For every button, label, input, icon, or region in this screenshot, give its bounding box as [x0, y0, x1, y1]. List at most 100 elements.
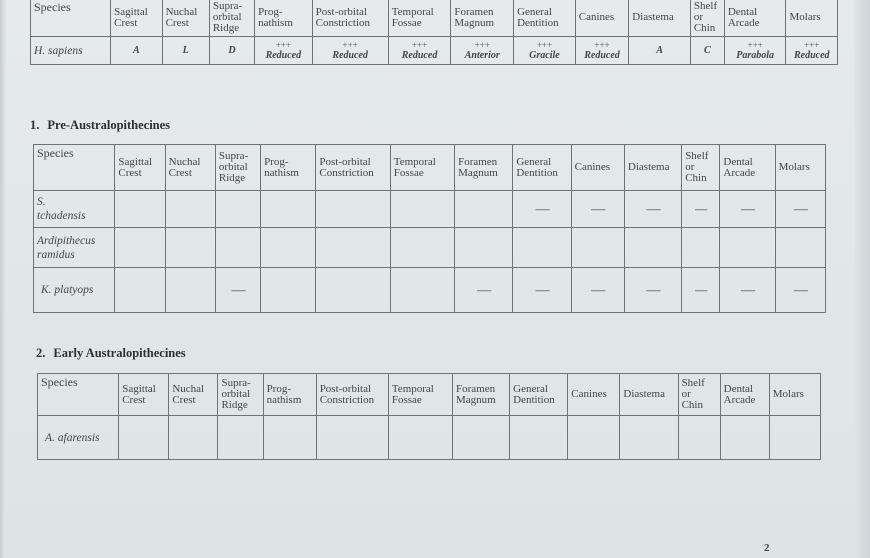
trait-cell-temporal: +++ Reduced — [387, 36, 452, 65]
answer-cell-shelf[interactable] — [681, 227, 721, 268]
answer-cell-foramen[interactable] — [454, 190, 514, 228]
answer-cell-temporal[interactable] — [389, 190, 456, 228]
answer-cell-foramen[interactable]: ------- — [454, 267, 514, 313]
header-text: Chin — [693, 22, 716, 34]
answer-cell-supraorbital[interactable] — [214, 190, 262, 228]
answer-cell-temporal[interactable] — [389, 227, 456, 268]
answer-cell-canines[interactable]: ------- — [570, 267, 625, 313]
page-left-edge — [0, 0, 6, 558]
answer-cell-sagittal[interactable] — [118, 415, 170, 460]
trait-value: L — [182, 45, 189, 56]
answer-cell-canines[interactable]: ------- — [570, 190, 625, 228]
header-text: Crest — [114, 16, 138, 29]
header-text: Magnum — [454, 16, 495, 29]
header-text: nathism — [266, 393, 302, 406]
answer-cell-dentition[interactable] — [509, 415, 569, 460]
species-cell: Ardipithecus ramidus — [32, 227, 116, 268]
column-header-temporal: Temporal Fossae — [387, 0, 452, 37]
answer-cell-canines[interactable] — [570, 227, 625, 268]
column-header-dentition: General Dentition — [513, 0, 576, 37]
answer-cell-shelf[interactable]: ------ — [681, 190, 721, 228]
not-applicable-dash: ------- — [740, 203, 756, 214]
answer-cell-dentition[interactable]: ------- — [512, 267, 572, 313]
answer-cell-nuchal[interactable] — [164, 227, 216, 268]
answer-cell-postorbital[interactable] — [315, 190, 391, 228]
column-header-prognathism: Prog-nathism — [260, 144, 317, 191]
header-text: Species — [41, 375, 78, 389]
header-text: Arcade — [723, 166, 756, 179]
answer-cell-supraorbital[interactable] — [214, 227, 262, 268]
column-header-postorbital: Post-orbital Constriction — [311, 0, 389, 37]
trait-value: D — [228, 45, 236, 56]
answer-cell-diastema[interactable] — [623, 227, 683, 268]
trait-value: Reduced — [401, 49, 438, 61]
species-name: K. platyops — [41, 284, 94, 296]
header-text: Dentition — [516, 166, 558, 179]
answer-cell-arcade[interactable] — [719, 415, 770, 460]
species-cell: S. tchadensis — [32, 190, 116, 228]
trait-value: Gracile — [529, 49, 560, 61]
trait-value: Reduced — [332, 49, 368, 61]
column-header-nuchal: Nuchal Crest — [168, 373, 219, 416]
plus-marker: +++ — [747, 39, 763, 50]
column-header-supraorbital: Supra-orbital Ridge — [217, 373, 264, 416]
answer-cell-sagittal[interactable] — [114, 267, 166, 313]
column-header-prognathism: Prog-nathism — [254, 0, 313, 37]
answer-cell-supraorbital[interactable] — [217, 415, 264, 460]
answer-cell-prognathism[interactable] — [260, 190, 317, 228]
trait-cell-prognathism: +++ Reduced — [254, 36, 313, 65]
answer-cell-arcade[interactable] — [719, 227, 776, 268]
answer-cell-canines[interactable] — [567, 415, 621, 460]
answer-cell-temporal[interactable] — [387, 415, 454, 460]
answer-cell-foramen[interactable] — [452, 415, 511, 460]
not-applicable-dash: ------- — [646, 284, 661, 295]
answer-cell-supraorbital[interactable]: ------- — [214, 267, 262, 313]
header-text: Ridge — [221, 399, 248, 411]
answer-cell-molars[interactable] — [774, 227, 827, 268]
answer-cell-nuchal[interactable] — [164, 190, 216, 228]
trait-cell-postorbital: +++ Reduced — [311, 36, 389, 65]
answer-cell-molars[interactable]: ------- — [774, 267, 827, 313]
answer-cell-dentition[interactable] — [512, 227, 572, 268]
section-number: 1. — [30, 118, 40, 132]
answer-cell-molars[interactable]: ------- — [774, 190, 827, 228]
answer-cell-diastema[interactable] — [619, 415, 679, 460]
answer-cell-dentition[interactable]: ------- — [512, 190, 572, 228]
answer-cell-prognathism[interactable] — [260, 267, 317, 313]
answer-cell-prognathism[interactable] — [262, 415, 317, 460]
not-applicable-dash: ------- — [646, 203, 661, 214]
answer-cell-prognathism[interactable] — [260, 227, 317, 268]
header-text: Constriction — [315, 16, 371, 29]
header-text: Chin — [681, 399, 703, 411]
column-header-diastema: Diastema — [619, 373, 679, 416]
answer-cell-molars[interactable] — [768, 415, 822, 460]
answer-cell-sagittal[interactable] — [114, 227, 166, 268]
answer-cell-shelf[interactable]: ------ — [681, 267, 721, 313]
answer-cell-arcade[interactable]: ------- — [719, 267, 776, 313]
column-header-species: Species — [29, 0, 112, 37]
answer-cell-shelf[interactable] — [677, 415, 721, 460]
header-text: Magnum — [458, 166, 498, 179]
answer-cell-sagittal[interactable] — [114, 190, 166, 228]
trait-value: A — [133, 45, 140, 56]
answer-cell-diastema[interactable]: ------- — [623, 267, 683, 313]
header-text: Chin — [685, 172, 707, 184]
trait-cell-foramen: +++ Anterior — [450, 36, 515, 65]
column-header-nuchal: Nuchal Crest — [164, 144, 216, 191]
answer-cell-nuchal[interactable] — [164, 267, 216, 313]
answer-cell-postorbital[interactable] — [315, 267, 391, 313]
answer-cell-postorbital[interactable] — [315, 227, 391, 268]
not-applicable-dash: ------- — [590, 284, 606, 295]
answer-cell-postorbital[interactable] — [315, 415, 389, 460]
answer-cell-temporal[interactable] — [389, 267, 456, 313]
header-text: Fossae — [391, 393, 422, 406]
answer-cell-arcade[interactable]: ------- — [719, 190, 776, 228]
plus-marker: +++ — [474, 39, 490, 50]
species-name: Ardipithecus — [37, 234, 96, 247]
answer-cell-foramen[interactable] — [454, 227, 514, 268]
header-text: Magnum — [456, 393, 496, 406]
header-text: Diastema — [632, 11, 674, 23]
answer-cell-nuchal[interactable] — [168, 415, 219, 460]
answer-cell-diastema[interactable]: ------- — [623, 190, 683, 228]
column-header-species: Species — [36, 373, 120, 416]
